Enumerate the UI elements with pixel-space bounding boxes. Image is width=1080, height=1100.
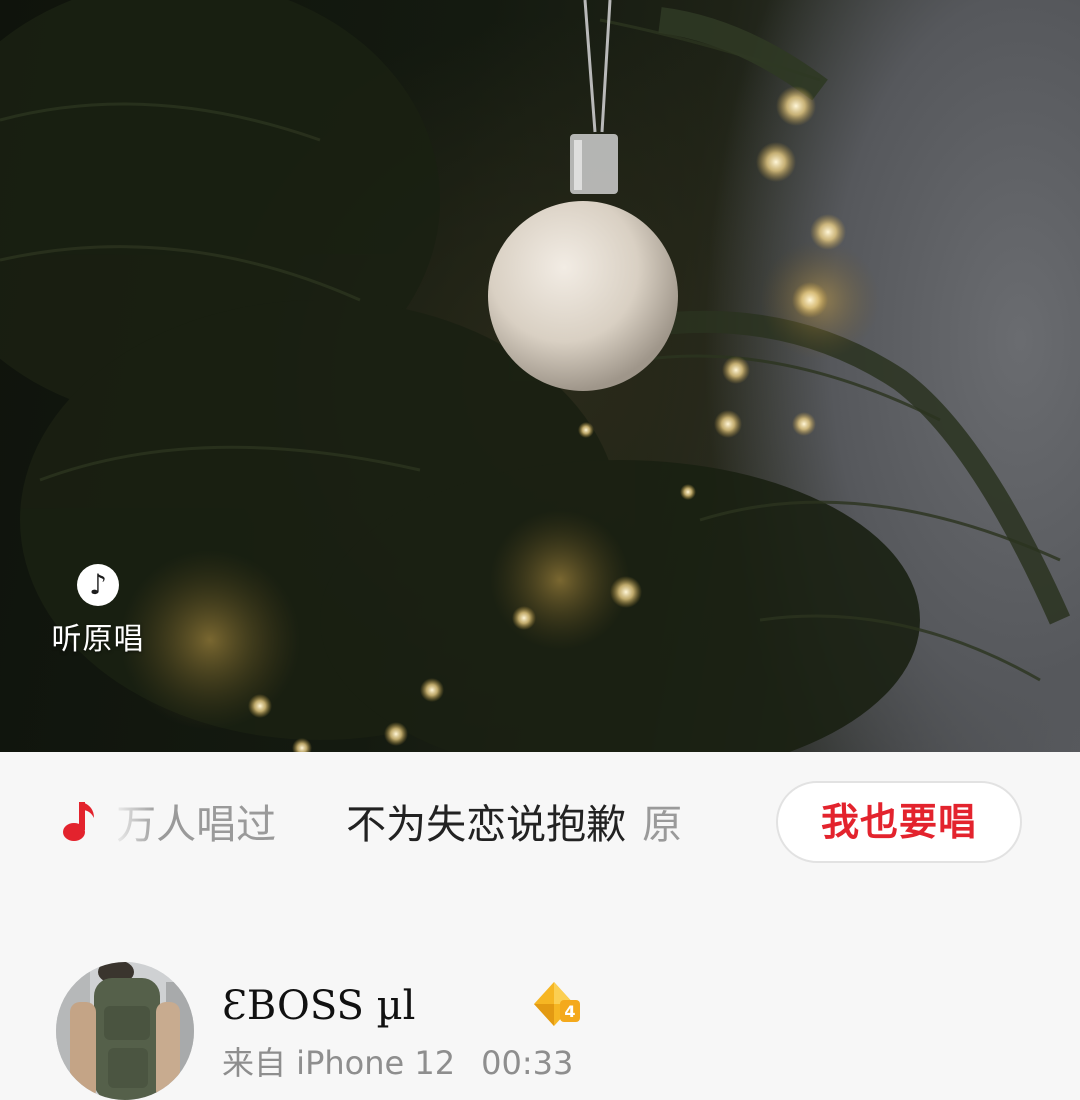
- song-cover-image[interactable]: ♪ 听原唱: [0, 0, 1080, 752]
- sung-count: .1万人唱过: [118, 802, 277, 848]
- sing-too-button[interactable]: 我也要唱: [776, 781, 1022, 863]
- post-time: 00:33: [481, 1044, 574, 1082]
- song-title-tail: 原: [642, 802, 683, 848]
- avatar[interactable]: [56, 962, 194, 1100]
- song-title: 不为失恋说抱歉: [346, 802, 627, 848]
- avatar-photo: [56, 962, 194, 1100]
- listen-original-button[interactable]: ♪ 听原唱: [44, 564, 152, 658]
- music-note-icon: [63, 802, 94, 841]
- post-meta: 来自 iPhone 12 00:33: [222, 1040, 573, 1086]
- username[interactable]: ƐBOSS µl: [222, 978, 415, 1034]
- diamond-level-badge-icon[interactable]: 4: [532, 980, 582, 1028]
- song-marquee[interactable]: .1万人唱过 不为失恋说抱歉原: [118, 790, 760, 860]
- listen-original-label: 听原唱: [51, 622, 145, 657]
- level-badge-text: 4: [564, 1002, 575, 1021]
- music-note-circle-icon: ♪: [77, 564, 119, 606]
- christmas-tree-photo: [0, 0, 1071, 752]
- post-source: 来自 iPhone 12: [222, 1044, 456, 1082]
